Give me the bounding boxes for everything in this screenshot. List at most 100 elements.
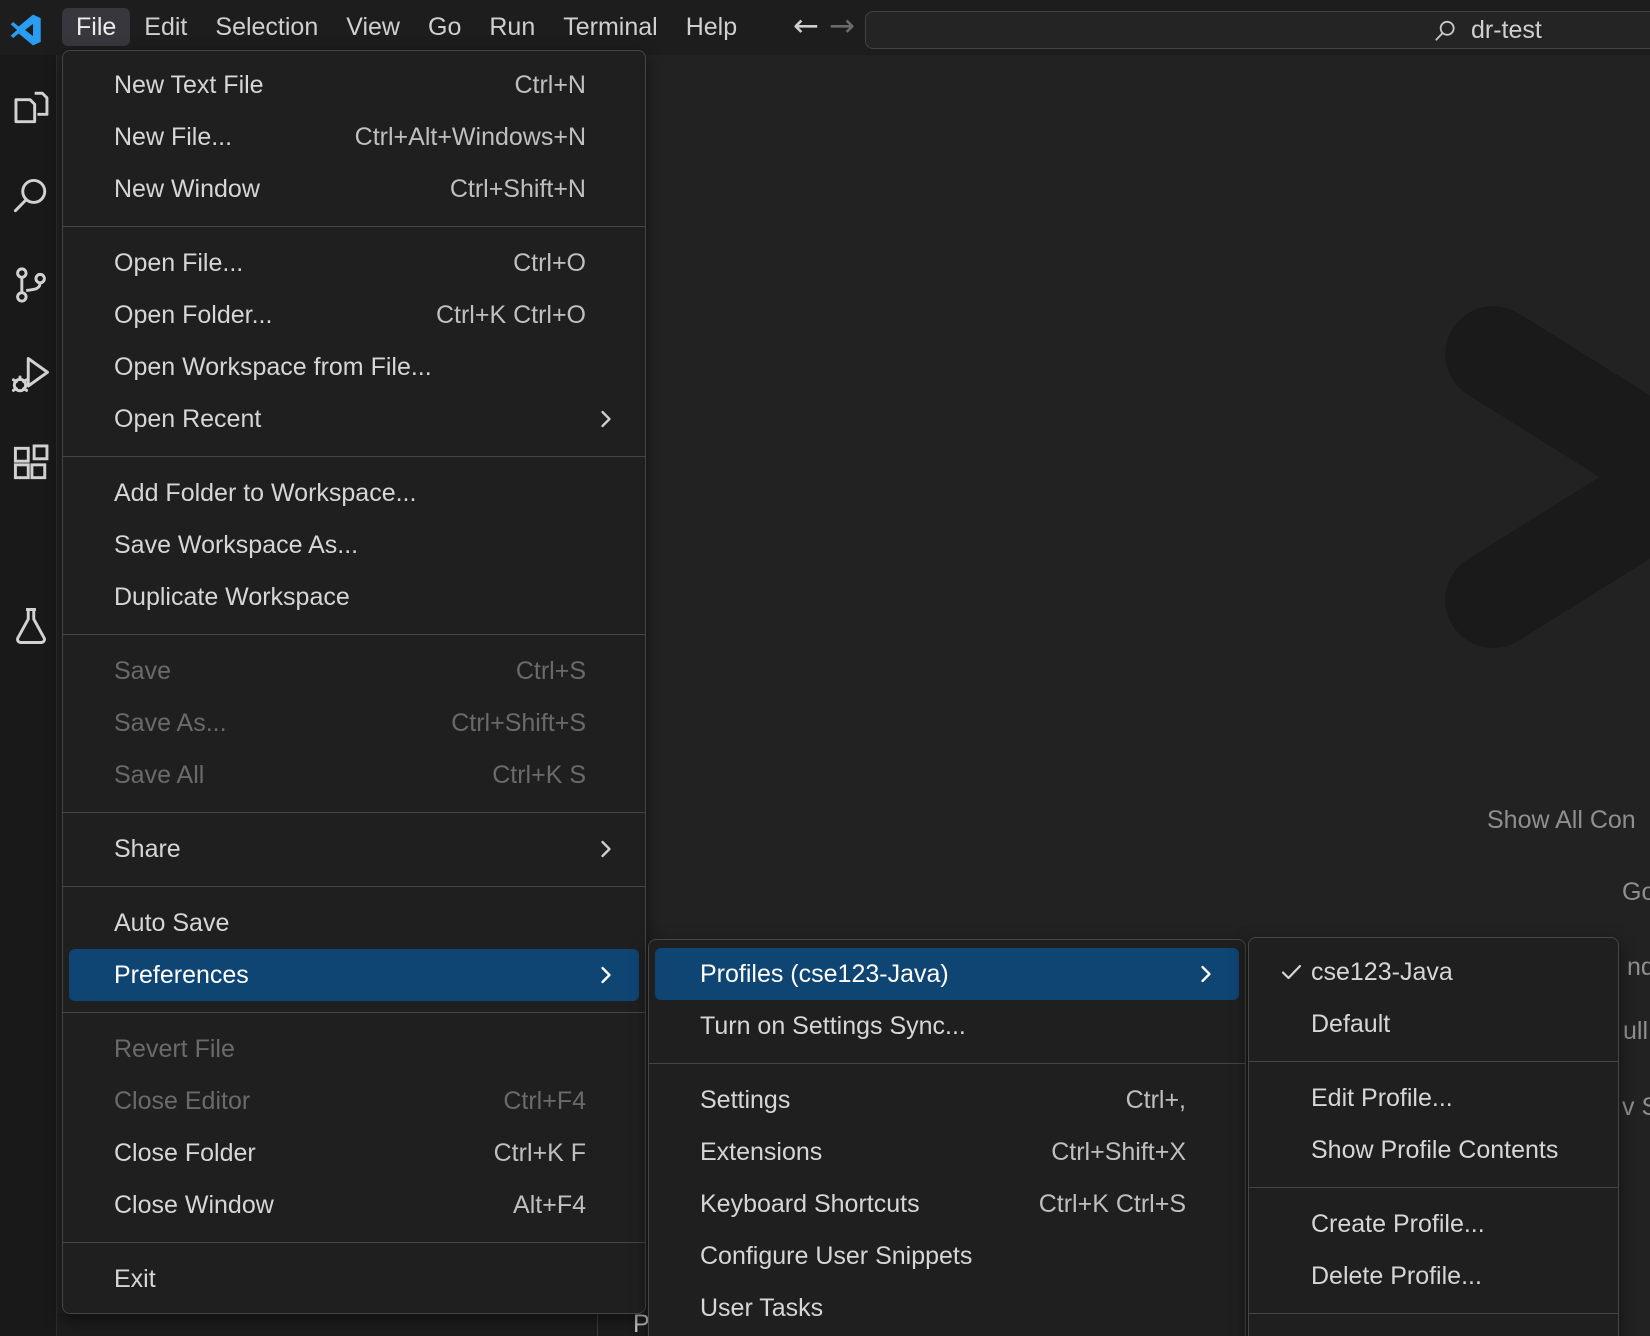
menu-item-save-as: Save As...Ctrl+Shift+S	[63, 697, 645, 749]
menu-item-label: Keyboard Shortcuts	[700, 1190, 1039, 1219]
menu-item-save: SaveCtrl+S	[63, 645, 645, 697]
menubar-item-selection[interactable]: Selection	[201, 8, 332, 46]
menu-item-label: Show Profile Contents	[1311, 1136, 1559, 1165]
menu-item-label: Edit Profile...	[1311, 1084, 1559, 1113]
search-icon	[1432, 18, 1458, 49]
testing-icon[interactable]	[9, 604, 53, 648]
menu-item-label: Save All	[114, 761, 492, 790]
menu-item-edit-profile[interactable]: Edit Profile...	[1249, 1072, 1618, 1124]
menu-item-label: Revert File	[114, 1035, 586, 1064]
profiles-submenu: cse123-Java Default Edit Profile... Show Pr…	[1248, 937, 1619, 1336]
menu-separator	[63, 1242, 645, 1243]
menu-item-add-folder-to-workspace[interactable]: Add Folder to Workspace...	[63, 467, 645, 519]
menu-item-new-text-file[interactable]: New Text FileCtrl+N	[63, 59, 645, 111]
menu-bar: FileEditSelectionViewGoRunTerminalHelp	[62, 7, 751, 47]
menu-separator	[63, 886, 645, 887]
menu-item-label: Create Profile...	[1311, 1210, 1559, 1239]
chevron-right-icon	[600, 410, 612, 429]
menu-item-label: Delete Profile...	[1311, 1262, 1559, 1291]
menu-item-shortcut: Ctrl+S	[516, 657, 586, 686]
menu-separator	[63, 226, 645, 227]
vscode-logo-icon	[8, 14, 44, 46]
menu-item-close-window[interactable]: Close WindowAlt+F4	[63, 1179, 645, 1231]
menubar-item-help[interactable]: Help	[672, 8, 751, 46]
menu-item-exit[interactable]: Exit	[63, 1253, 645, 1305]
menu-item-label: Open Recent	[114, 405, 586, 434]
menu-item-cse123-java[interactable]: cse123-Java	[1249, 946, 1618, 998]
menu-item-user-tasks[interactable]: User Tasks	[649, 1282, 1245, 1334]
run-and-debug-icon[interactable]	[9, 353, 53, 397]
menu-item-label: cse123-Java	[1311, 958, 1559, 987]
menu-item-close-folder[interactable]: Close FolderCtrl+K F	[63, 1127, 645, 1179]
menu-item-label: Save Workspace As...	[114, 531, 586, 560]
menu-item-open-file[interactable]: Open File...Ctrl+O	[63, 237, 645, 289]
menu-item-shortcut: Ctrl+K F	[494, 1139, 586, 1168]
menu-item-auto-save[interactable]: Auto Save	[63, 897, 645, 949]
panel-divider-line	[597, 1313, 598, 1336]
menu-item-label: Default	[1311, 1010, 1559, 1039]
menu-item-duplicate-workspace[interactable]: Duplicate Workspace	[63, 571, 645, 623]
menu-item-new-file[interactable]: New File...Ctrl+Alt+Windows+N	[63, 111, 645, 163]
explorer-icon[interactable]	[9, 85, 53, 129]
menu-item-label: Close Editor	[114, 1087, 503, 1116]
menu-item-default[interactable]: Default	[1249, 998, 1618, 1050]
command-center[interactable]: dr-test	[865, 11, 1650, 49]
menu-item-open-recent[interactable]: Open Recent	[63, 393, 645, 445]
watermark-text-fragment: Go	[1622, 878, 1650, 907]
menu-item-label: New File...	[114, 123, 355, 152]
menu-item-keyboard-shortcuts[interactable]: Keyboard ShortcutsCtrl+K Ctrl+S	[649, 1178, 1245, 1230]
menu-item-turn-on-settings-sync[interactable]: Turn on Settings Sync...	[649, 1000, 1245, 1052]
menu-item-shortcut: Ctrl+K Ctrl+S	[1039, 1190, 1186, 1219]
menu-item-shortcut: Ctrl+F4	[503, 1087, 586, 1116]
menu-item-create-profile[interactable]: Create Profile...	[1249, 1198, 1618, 1250]
menu-item-label: Configure User Snippets	[700, 1242, 1186, 1271]
menu-separator	[1249, 1187, 1618, 1188]
menu-item-open-workspace-from-file[interactable]: Open Workspace from File...	[63, 341, 645, 393]
history-back-icon[interactable]: ←	[793, 0, 819, 55]
menu-item-label: New Window	[114, 175, 450, 204]
menu-item-new-window[interactable]: New WindowCtrl+Shift+N	[63, 163, 645, 215]
menu-item-shortcut: Ctrl+O	[513, 249, 586, 278]
menu-item-label: Open Folder...	[114, 301, 436, 330]
menu-separator	[63, 456, 645, 457]
activity-bar	[0, 55, 57, 1336]
menubar-item-file[interactable]: File	[62, 8, 130, 46]
menubar-item-view[interactable]: View	[332, 8, 414, 46]
menu-item-shortcut: Ctrl+Shift+S	[451, 709, 586, 738]
menu-item-open-folder[interactable]: Open Folder...Ctrl+K Ctrl+O	[63, 289, 645, 341]
menubar-item-run[interactable]: Run	[475, 8, 549, 46]
menubar-item-terminal[interactable]: Terminal	[549, 8, 671, 46]
menu-item-label: Settings	[700, 1086, 1126, 1115]
menu-item-label: User Tasks	[700, 1294, 1186, 1323]
menu-item-settings[interactable]: SettingsCtrl+,	[649, 1074, 1245, 1126]
menu-item-configure-user-snippets[interactable]: Configure User Snippets	[649, 1230, 1245, 1282]
menu-item-preferences[interactable]: Preferences	[69, 949, 639, 1001]
menu-item-label: Save As...	[114, 709, 451, 738]
title-bar: FileEditSelectionViewGoRunTerminalHelp ←…	[0, 0, 1650, 55]
watermark-text-fragment: Show All Con	[1487, 806, 1636, 835]
search-sidebar-icon[interactable]	[9, 174, 53, 218]
menu-item-delete-profile[interactable]: Delete Profile...	[1249, 1250, 1618, 1302]
menu-item-save-workspace-as[interactable]: Save Workspace As...	[63, 519, 645, 571]
menu-item-label: Share	[114, 835, 586, 864]
menu-item-label: Profiles (cse123-Java)	[700, 960, 1186, 989]
menu-item-label: Turn on Settings Sync...	[700, 1012, 1186, 1041]
chevron-right-icon	[600, 966, 612, 985]
menu-item-label: Save	[114, 657, 516, 686]
menu-item-share[interactable]: Share	[63, 823, 645, 875]
menu-item-label: Preferences	[114, 961, 586, 990]
menu-separator	[649, 1063, 1245, 1064]
extensions-icon[interactable]	[9, 441, 53, 485]
menu-item-extensions[interactable]: ExtensionsCtrl+Shift+X	[649, 1126, 1245, 1178]
menu-item-show-profile-contents[interactable]: Show Profile Contents	[1249, 1124, 1618, 1176]
source-control-icon[interactable]	[9, 263, 53, 307]
menu-item-label: Duplicate Workspace	[114, 583, 586, 612]
menu-separator	[1249, 1313, 1618, 1314]
menu-item-close-editor: Close EditorCtrl+F4	[63, 1075, 645, 1127]
menu-item-shortcut: Ctrl+Alt+Windows+N	[355, 123, 586, 152]
menubar-item-edit[interactable]: Edit	[130, 8, 201, 46]
menu-item-profiles-cse123-java[interactable]: Profiles (cse123-Java)	[655, 948, 1239, 1000]
history-forward-icon[interactable]: →	[829, 0, 855, 55]
menu-item-shortcut: Ctrl+K Ctrl+O	[436, 301, 586, 330]
menubar-item-go[interactable]: Go	[414, 8, 475, 46]
